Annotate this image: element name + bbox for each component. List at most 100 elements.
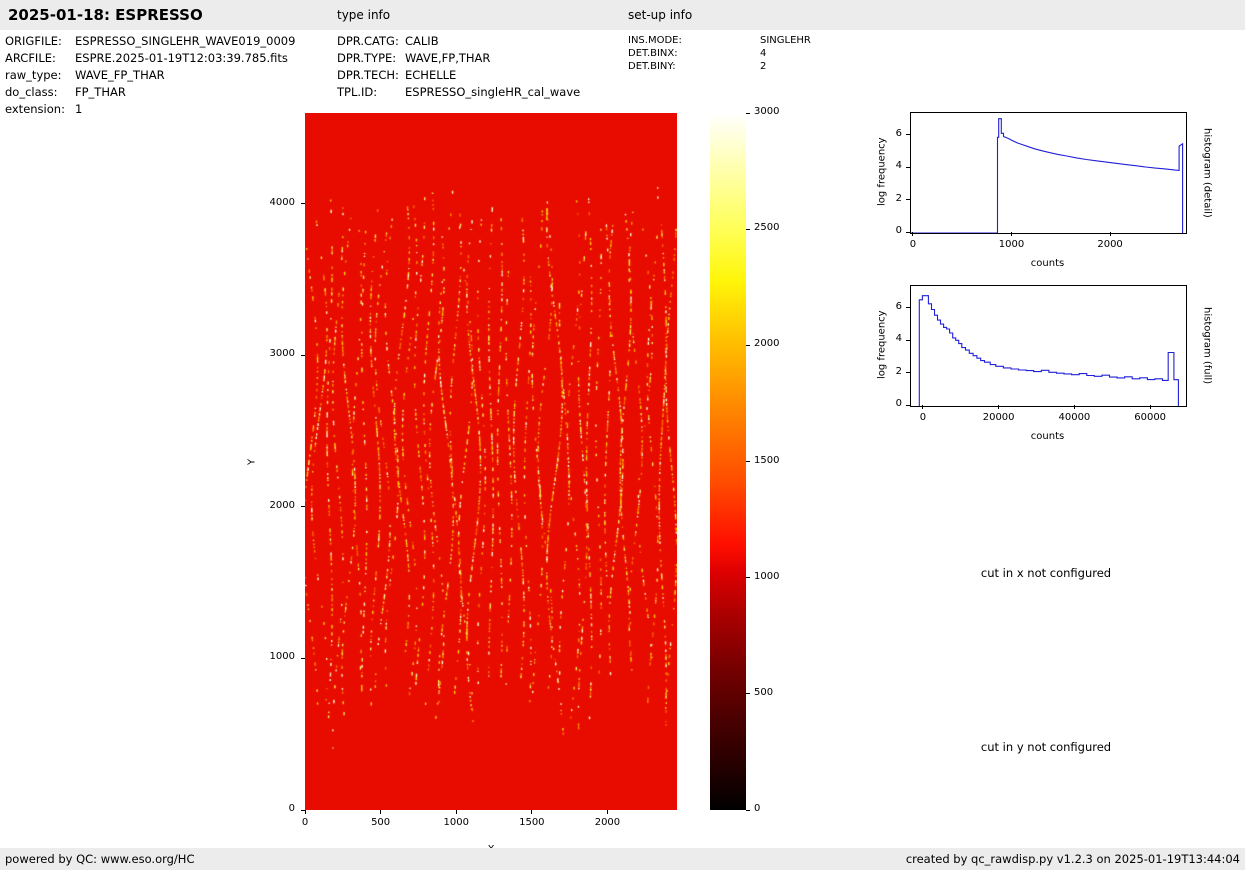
type-info-block: DPR.CATG: CALIB DPR.TYPE: WAVE,FP,THAR DPR… (337, 33, 580, 101)
tick-label: 2000 (269, 499, 295, 511)
info-label: ORIGFILE: (5, 34, 62, 48)
tick-label: 1000 (754, 570, 780, 582)
info-value: WAVE,FP,THAR (405, 51, 491, 65)
info-value: ECHELLE (405, 68, 457, 82)
tick-label: 0 (301, 817, 309, 828)
cut-in-y-note: cut in y not configured (980, 740, 1112, 754)
info-label: do_class: (5, 85, 58, 99)
info-value: ESPRE.2025-01-19T12:03:39.785.fits (75, 51, 288, 65)
tick-label: 0 (754, 803, 761, 814)
tick-label: 1000 (998, 239, 1025, 250)
info-value: 4 (760, 48, 767, 59)
tick-mark (301, 809, 305, 811)
histogram-detail-plot (910, 112, 1187, 234)
info-label: DPR.TECH: (337, 68, 399, 82)
info-label: INS.MODE: (628, 35, 682, 46)
tick-mark (301, 657, 305, 659)
info-row: ORIGFILE: ESPRESSO_SINGLEHR_WAVE019_0009 (5, 33, 295, 50)
histogram-full-xlabel: counts (1030, 431, 1065, 442)
tick-mark (906, 166, 910, 168)
tick-mark (998, 405, 1000, 409)
tick-mark (606, 810, 608, 814)
header-bar: 2025-01-18: ESPRESSO type info set-up in… (0, 0, 1245, 30)
info-value: WAVE_FP_THAR (75, 68, 165, 82)
info-label: ARCFILE: (5, 51, 56, 65)
tick-mark (301, 506, 305, 508)
tick-mark (746, 809, 750, 811)
tick-label: 4 (895, 160, 902, 172)
tick-mark (746, 228, 750, 230)
tick-label: 0 (909, 239, 917, 250)
tick-label: 3000 (269, 348, 295, 360)
tick-mark (906, 134, 910, 136)
info-label: DET.BINY: (628, 61, 676, 72)
type-info-heading: type info (337, 8, 391, 22)
tick-label: 4 (895, 333, 902, 345)
tick-label: 1500 (519, 817, 545, 828)
tick-label: 0 (895, 398, 902, 409)
tick-label: 2000 (594, 817, 621, 828)
cut-in-x-note: cut in x not configured (980, 566, 1112, 580)
raw-image-plot: Y X 050010001500200001000200030004000 (247, 113, 677, 855)
qc-report-page: 2025-01-18: ESPRESSO type info set-up in… (0, 0, 1245, 870)
setup-info-block: INS.MODE: SINGLEHR DET.BINX: 4 DET.BINY: 2 (628, 34, 811, 73)
tick-label: 1500 (754, 454, 780, 466)
tick-label: 500 (754, 686, 774, 698)
tick-mark (906, 231, 910, 233)
tick-label: 2500 (754, 222, 780, 234)
tick-mark (531, 810, 533, 814)
setup-info-heading: set-up info (628, 8, 693, 22)
info-label: DPR.TYPE: (337, 51, 397, 65)
histogram-detail-side-label: histogram (detail) (1201, 128, 1213, 218)
histogram-line (918, 295, 1179, 406)
tick-label: 2000 (754, 338, 780, 350)
raw-image-canvas (305, 113, 677, 810)
main-plot-ylabel: Y (246, 458, 258, 465)
tick-mark (1011, 232, 1013, 236)
tick-mark (746, 577, 750, 579)
info-row: DET.BINY: 2 (628, 60, 811, 73)
info-label: DET.BINX: (628, 48, 678, 59)
info-value: 2 (760, 61, 767, 72)
info-value: CALIB (405, 34, 439, 48)
footer-left-text: powered by QC: www.eso.org/HC (5, 852, 195, 866)
tick-mark (912, 232, 914, 236)
histogram-line (911, 118, 1184, 233)
tick-mark (746, 112, 750, 114)
histogram-detail: log frequency histogram (detail) counts … (877, 112, 1213, 269)
histogram-detail-xlabel: counts (1030, 258, 1065, 269)
tick-label: 500 (371, 817, 391, 828)
footer-right-text: created by qc_rawdisp.py v1.2.3 on 2025-… (905, 852, 1240, 866)
info-row: DPR.CATG: CALIB (337, 33, 580, 50)
tick-label: 6 (895, 300, 902, 312)
info-value: SINGLEHR (760, 35, 811, 46)
tick-mark (906, 339, 910, 341)
tick-mark (304, 810, 306, 814)
footer-bar: powered by QC: www.eso.org/HC created by… (0, 848, 1245, 870)
tick-mark (746, 344, 750, 346)
info-row: do_class: FP_THAR (5, 84, 295, 101)
tick-label: 1000 (443, 817, 469, 828)
info-row: DPR.TYPE: WAVE,FP,THAR (337, 50, 580, 67)
tick-label: 1000 (269, 651, 295, 663)
tick-label: 6 (895, 127, 902, 139)
tick-mark (1109, 232, 1111, 236)
tick-label: 0 (288, 803, 295, 814)
file-info-block: ORIGFILE: ESPRESSO_SINGLEHR_WAVE019_0009 … (5, 33, 295, 118)
histogram-full: log frequency histogram (full) counts 02… (877, 285, 1213, 442)
tick-mark (380, 810, 382, 814)
tick-label: 60000 (1134, 412, 1167, 423)
info-row: DPR.TECH: ECHELLE (337, 67, 580, 84)
tick-mark (455, 810, 457, 814)
info-row: raw_type: WAVE_FP_THAR (5, 67, 295, 84)
tick-mark (906, 372, 910, 374)
info-row: TPL.ID: ESPRESSO_singleHR_cal_wave (337, 84, 580, 101)
tick-label: 0 (895, 225, 902, 236)
info-value: ESPRESSO_singleHR_cal_wave (405, 85, 581, 99)
info-label: DPR.CATG: (337, 34, 399, 48)
info-row: DET.BINX: 4 (628, 47, 811, 60)
tick-mark (922, 405, 924, 409)
tick-label: 3000 (754, 106, 780, 117)
info-label: TPL.ID: (337, 85, 378, 99)
info-value: ESPRESSO_SINGLEHR_WAVE019_0009 (75, 34, 296, 48)
